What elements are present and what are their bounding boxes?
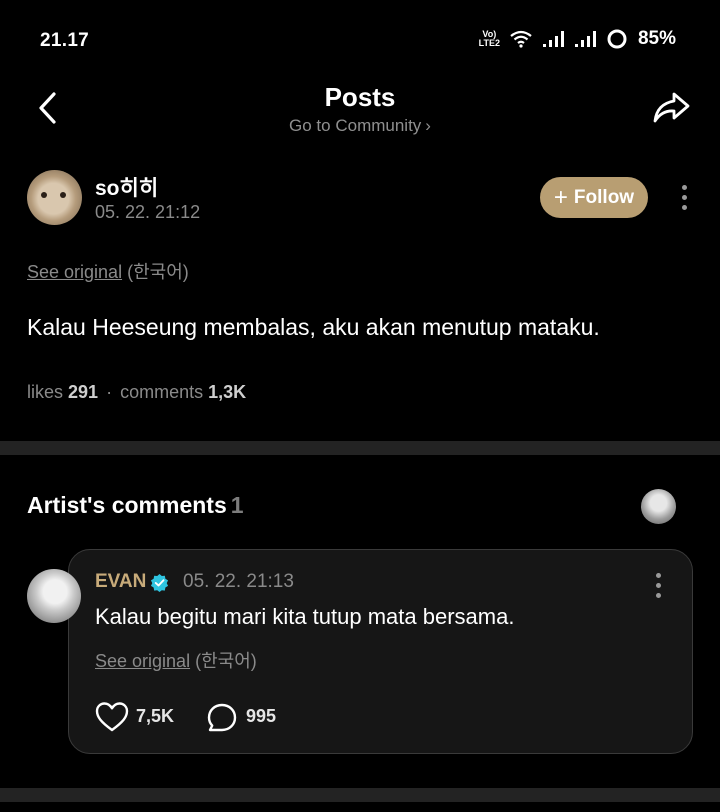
status-time: 21.17 — [40, 30, 90, 51]
comments-count: 1,3K — [208, 382, 247, 402]
comment-author-avatar[interactable] — [27, 569, 81, 623]
likes-count: 291 — [68, 382, 99, 402]
comment-like-count: 7,5K — [136, 706, 175, 726]
author-name[interactable]: so히히 — [95, 172, 158, 202]
comment-see-original-link[interactable]: See original — [95, 651, 190, 671]
see-original-link[interactable]: See original — [27, 262, 122, 282]
chevron-right-icon: › — [425, 116, 431, 135]
volte-icon: Vo) LTE2 — [478, 29, 500, 48]
bottom-divider — [0, 788, 720, 802]
comment-bubble-icon[interactable] — [206, 702, 238, 734]
post-timestamp: 05. 22. 21:12 — [95, 202, 201, 222]
go-to-community-link[interactable]: Go to Community › — [0, 116, 720, 136]
battery-level: 85% — [637, 28, 676, 49]
status-bar: 21.17 Vo) LTE2 85% — [0, 0, 720, 82]
signal-icon-1 — [542, 31, 564, 47]
comment-reply-count: 995 — [246, 706, 277, 726]
section-divider — [0, 441, 720, 455]
author-avatar[interactable] — [27, 170, 82, 225]
comment-body: Kalau begitu mari kita tutup mata bersam… — [95, 604, 515, 629]
post-see-original[interactable]: See original (한국어) — [27, 258, 189, 284]
follow-button[interactable]: + Follow — [540, 177, 648, 218]
wifi-icon — [510, 30, 532, 48]
plus-icon: + — [553, 183, 568, 211]
post-body: Kalau Heeseung membalas, aku akan menutu… — [27, 314, 600, 340]
comment-timestamp: 05. 22. 21:13 — [183, 571, 294, 592]
comment-author-name[interactable]: EVAN — [95, 571, 146, 593]
original-language: (한국어) — [127, 262, 189, 282]
signal-icon-2 — [574, 31, 596, 47]
artist-avatar-small[interactable] — [641, 489, 676, 524]
artist-comments-count: 1 — [230, 492, 244, 518]
share-icon[interactable] — [650, 88, 692, 128]
status-icons: Vo) LTE2 85% — [479, 28, 676, 50]
comment-see-original[interactable]: See original (한국어) — [95, 647, 257, 673]
comment-more-options-icon[interactable] — [653, 573, 663, 598]
post-more-options-icon[interactable] — [679, 185, 689, 210]
verified-badge-icon — [150, 573, 169, 592]
post-stats: likes 291 · comments 1,3K — [27, 382, 247, 402]
artist-comments-heading: Artist's comments 1 — [27, 492, 244, 518]
page-title: Posts — [324, 82, 396, 112]
battery-ring-icon — [607, 29, 627, 49]
heart-icon[interactable] — [95, 701, 129, 733]
comment-original-language: (한국어) — [195, 651, 257, 671]
